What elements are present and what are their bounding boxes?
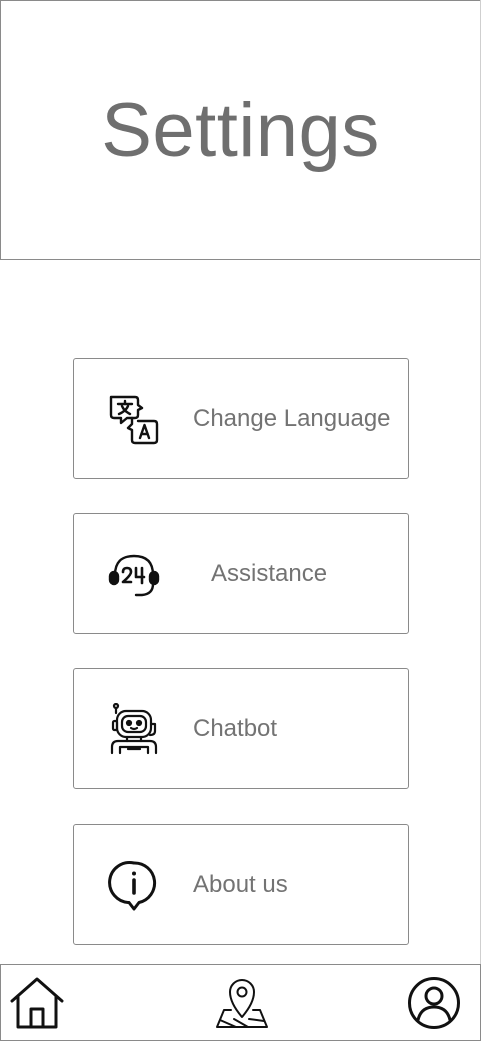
robot-icon xyxy=(107,703,161,757)
menu-item-label: Chatbot xyxy=(193,715,278,742)
menu-item-label: Assistance xyxy=(211,560,328,587)
nav-home-button[interactable] xyxy=(9,975,65,1031)
page-title: Settings xyxy=(101,88,380,173)
menu-item-about-us[interactable]: About us xyxy=(73,824,409,945)
menu-item-change-language[interactable]: Change Language xyxy=(73,358,409,479)
headset-24-icon xyxy=(107,548,161,602)
info-bubble-icon xyxy=(107,859,161,913)
menu-item-chatbot[interactable]: Chatbot xyxy=(73,668,409,789)
user-profile-icon xyxy=(406,975,462,1031)
menu-item-assistance[interactable]: Assistance xyxy=(73,513,409,634)
header: Settings xyxy=(0,0,481,260)
translate-icon xyxy=(107,393,161,447)
bottom-nav xyxy=(0,964,481,1041)
divider xyxy=(480,0,481,965)
nav-map-button[interactable] xyxy=(214,975,270,1031)
home-icon xyxy=(9,975,65,1031)
map-pin-icon xyxy=(214,975,270,1031)
nav-profile-button[interactable] xyxy=(406,975,462,1031)
menu-item-label: Change Language xyxy=(193,405,391,432)
menu-item-label: About us xyxy=(193,871,288,898)
